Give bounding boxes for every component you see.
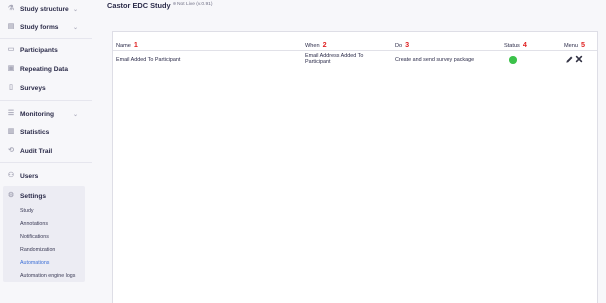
- sidebar-item-settings[interactable]: ⚙ Settings: [0, 187, 92, 205]
- column-header-name[interactable]: Name 1: [116, 40, 138, 49]
- column-marker: 2: [322, 40, 327, 49]
- column-header-do[interactable]: Do 3: [395, 40, 409, 49]
- sidebar-item-repeating-data[interactable]: ▣ Repeating Data: [0, 60, 92, 78]
- status-badge: Not Live (v.0.91): [173, 2, 213, 7]
- monitoring-icon: ☰: [7, 110, 15, 117]
- settings-item-randomization[interactable]: Randomization: [20, 247, 55, 253]
- cell-when-line: Participant: [305, 59, 331, 65]
- chevron-down-icon[interactable]: ⌄: [73, 6, 78, 13]
- sidebar-item-statistics[interactable]: ▥ Statistics: [0, 123, 92, 141]
- column-header-menu: Menu 5: [564, 40, 585, 49]
- folder-icon: ▭: [7, 46, 15, 53]
- form-icon: ▤: [7, 23, 15, 30]
- divider: [0, 38, 92, 39]
- sidebar-item-label: Study structure: [20, 5, 69, 13]
- column-marker: 4: [522, 40, 527, 49]
- page-title: Castor EDC Study: [107, 1, 171, 10]
- chevron-down-icon[interactable]: ⌄: [73, 24, 78, 31]
- sidebar-item-users[interactable]: ⚇ Users: [0, 167, 92, 185]
- chevron-down-icon[interactable]: ⌄: [73, 111, 78, 118]
- status-dot-icon: [173, 2, 176, 6]
- structure-icon: ⚗: [7, 5, 15, 12]
- column-label: Menu: [564, 43, 578, 49]
- sidebar-item-label: Surveys: [20, 84, 46, 92]
- settings-item-study[interactable]: Study: [20, 208, 34, 214]
- sidebar-item-study-structure[interactable]: ⚗ Study structure ⌄: [0, 0, 92, 18]
- column-marker: 3: [405, 40, 410, 49]
- gear-icon: ⚙: [7, 192, 15, 199]
- status-active-icon[interactable]: [509, 56, 517, 64]
- settings-item-annotations[interactable]: Annotations: [20, 221, 48, 227]
- sidebar-item-label: Study forms: [20, 23, 59, 31]
- users-icon: ⚇: [7, 172, 15, 179]
- chart-icon: ▥: [7, 128, 15, 135]
- divider: [0, 162, 92, 163]
- sidebar-item-surveys[interactable]: ▯ Surveys: [0, 79, 92, 97]
- close-icon[interactable]: [575, 55, 583, 63]
- column-label: Do: [395, 43, 403, 49]
- sidebar-item-label: Statistics: [20, 128, 50, 136]
- sidebar-item-label: Users: [20, 172, 39, 180]
- sidebar-item-label: Settings: [20, 192, 47, 200]
- survey-icon: ▯: [9, 84, 13, 91]
- header-divider: [113, 50, 597, 51]
- sidebar-item-label: Audit Trail: [20, 147, 53, 155]
- sidebar-item-study-forms[interactable]: ▤ Study forms ⌄: [0, 18, 92, 36]
- column-marker: 5: [581, 40, 585, 49]
- repeat-icon: ▣: [7, 65, 15, 72]
- sidebar-item-label: Monitoring: [20, 110, 55, 118]
- cell-when: Email Address Added To Participant: [305, 53, 363, 65]
- sidebar: ⚗ Study structure ⌄ ▤ Study forms ⌄ ▭ Pa…: [0, 0, 92, 303]
- sidebar-item-monitoring[interactable]: ☰ Monitoring ⌄: [0, 105, 92, 123]
- sidebar-item-label: Repeating Data: [20, 65, 68, 73]
- cell-do: Create and send survey package: [395, 57, 475, 63]
- column-label: Status: [504, 43, 520, 49]
- audit-icon: ⟲: [8, 147, 14, 154]
- settings-item-notifications[interactable]: Notifications: [20, 234, 49, 240]
- column-header-status[interactable]: Status 4: [504, 40, 527, 49]
- column-label: When: [305, 43, 320, 49]
- column-label: Name: [116, 43, 131, 49]
- sidebar-item-label: Participants: [20, 46, 58, 54]
- column-marker: 1: [133, 40, 138, 49]
- sidebar-item-audit-trail[interactable]: ⟲ Audit Trail: [0, 142, 92, 160]
- cell-name[interactable]: Email Added To Participant: [116, 57, 180, 63]
- status-text: Not Live (v.0.91): [177, 2, 213, 7]
- pencil-icon[interactable]: [565, 55, 574, 64]
- automations-table: Name 1 When 2 Do 3 Status 4 Menu 5 Email Adde…: [112, 31, 598, 303]
- settings-item-automation-engine-logs[interactable]: Automation engine logs: [20, 273, 75, 279]
- column-header-when[interactable]: When 2: [305, 40, 327, 49]
- divider: [0, 100, 92, 101]
- settings-item-automations[interactable]: Automations: [20, 260, 49, 266]
- sidebar-item-participants[interactable]: ▭ Participants: [0, 41, 92, 59]
